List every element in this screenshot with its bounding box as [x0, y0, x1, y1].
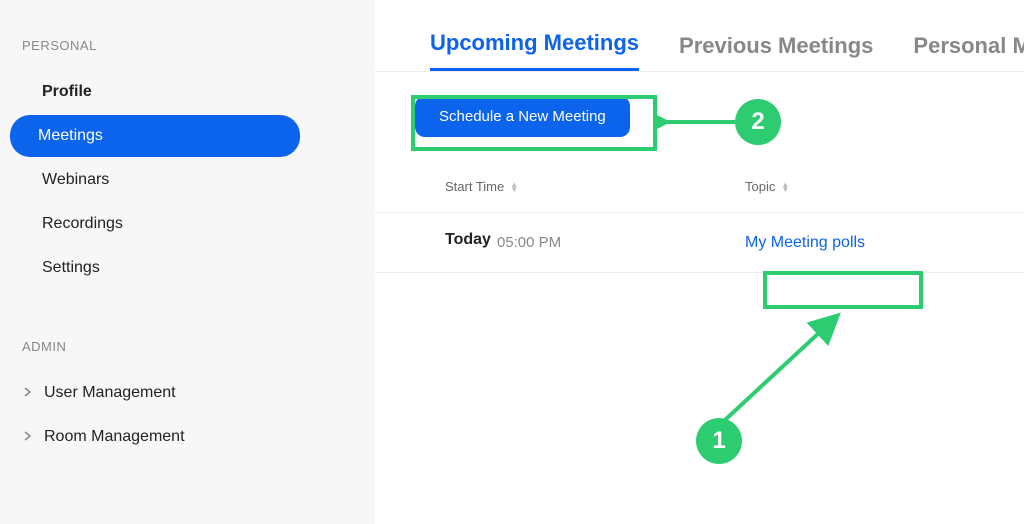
schedule-row: Schedule a New Meeting: [375, 72, 1024, 161]
annotation-arrow-1: [720, 310, 850, 425]
annotation-circle-1: 1: [696, 418, 742, 464]
sidebar-item-meetings[interactable]: Meetings: [10, 115, 300, 157]
sidebar-item-user-management[interactable]: User Management: [10, 372, 365, 414]
sort-icon: ▲▼: [510, 182, 518, 192]
sidebar: PERSONAL Profile Meetings Webinars Recor…: [0, 0, 375, 524]
sidebar-item-label: User Management: [44, 384, 176, 402]
tab-personal-meeting-room[interactable]: Personal Meeting Room: [913, 33, 1024, 71]
sidebar-item-label: Room Management: [44, 428, 185, 446]
sort-icon: ▲▼: [781, 182, 789, 192]
meeting-topic-link[interactable]: My Meeting polls: [745, 234, 865, 252]
column-label: Start Time: [445, 179, 504, 194]
column-header-start-time[interactable]: Start Time ▲▼: [445, 179, 745, 194]
start-time: 05:00 PM: [497, 234, 561, 251]
sidebar-item-label: Recordings: [42, 215, 123, 233]
sidebar-item-label: Profile: [42, 83, 92, 101]
tab-previous-meetings[interactable]: Previous Meetings: [679, 33, 873, 71]
sidebar-item-room-management[interactable]: Room Management: [10, 416, 365, 458]
sidebar-item-webinars[interactable]: Webinars: [10, 159, 365, 201]
chevron-right-icon: [24, 387, 32, 400]
cell-start-time: Today 05:00 PM: [445, 231, 745, 254]
table-row: Today 05:00 PM My Meeting polls: [375, 213, 1024, 273]
main-content: Upcoming Meetings Previous Meetings Pers…: [375, 0, 1024, 524]
cell-topic: My Meeting polls: [745, 231, 865, 254]
annotation-number: 1: [712, 427, 725, 455]
sidebar-section-personal: PERSONAL: [10, 30, 365, 69]
sidebar-item-label: Meetings: [38, 127, 103, 145]
sidebar-item-settings[interactable]: Settings: [10, 247, 365, 289]
sidebar-item-label: Webinars: [42, 171, 109, 189]
tabs: Upcoming Meetings Previous Meetings Pers…: [375, 30, 1024, 72]
tab-upcoming-meetings[interactable]: Upcoming Meetings: [430, 30, 639, 71]
start-day: Today: [445, 231, 491, 249]
column-header-topic[interactable]: Topic ▲▼: [745, 179, 789, 194]
sidebar-section-admin: ADMIN: [10, 331, 365, 370]
sidebar-item-recordings[interactable]: Recordings: [10, 203, 365, 245]
chevron-right-icon: [24, 431, 32, 444]
table-header: Start Time ▲▼ Topic ▲▼: [375, 161, 1024, 213]
column-label: Topic: [745, 179, 775, 194]
schedule-new-meeting-button[interactable]: Schedule a New Meeting: [415, 96, 630, 137]
annotation-box-topic: [763, 271, 923, 309]
sidebar-item-label: Settings: [42, 259, 100, 277]
sidebar-item-profile[interactable]: Profile: [10, 71, 365, 113]
